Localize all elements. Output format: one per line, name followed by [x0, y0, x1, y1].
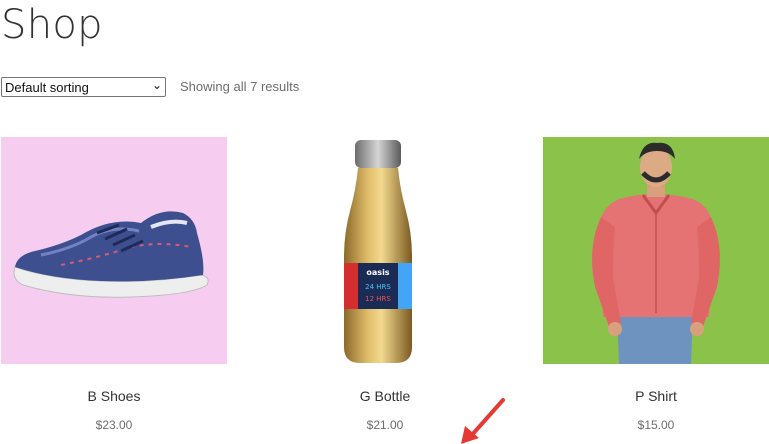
product-name[interactable]: P Shirt: [543, 388, 769, 404]
product-price: $23.00: [95, 418, 133, 432]
product-image[interactable]: [543, 137, 769, 364]
result-count: Showing all 7 results: [180, 79, 300, 94]
svg-text:12 HRS: 12 HRS: [365, 295, 391, 303]
product-name[interactable]: B Shoes: [1, 388, 227, 404]
chevron-down-icon: ⌄: [151, 78, 162, 92]
man-in-pink-shirt-icon: [592, 142, 720, 364]
page-title: Shop: [1, 2, 103, 48]
product-image[interactable]: [1, 137, 227, 364]
product-card[interactable]: oasis 24 HRS 12 HRS G Bottle $21.00: [272, 137, 498, 432]
product-card[interactable]: B Shoes $23.00: [1, 137, 227, 432]
svg-text:oasis: oasis: [366, 268, 389, 277]
gold-water-bottle-icon: oasis 24 HRS 12 HRS: [344, 140, 412, 363]
blue-running-shoe-icon: [13, 211, 209, 298]
product-price: $15.00: [637, 418, 675, 432]
sorting-select[interactable]: Default sorting ⌄: [1, 77, 166, 97]
product-image[interactable]: oasis 24 HRS 12 HRS: [272, 137, 498, 364]
annotation-arrow-icon: [461, 398, 505, 444]
sorting-selected-value: Default sorting: [5, 80, 89, 95]
svg-text:24 HRS: 24 HRS: [365, 283, 391, 291]
product-card[interactable]: P Shirt $15.00: [543, 137, 769, 432]
